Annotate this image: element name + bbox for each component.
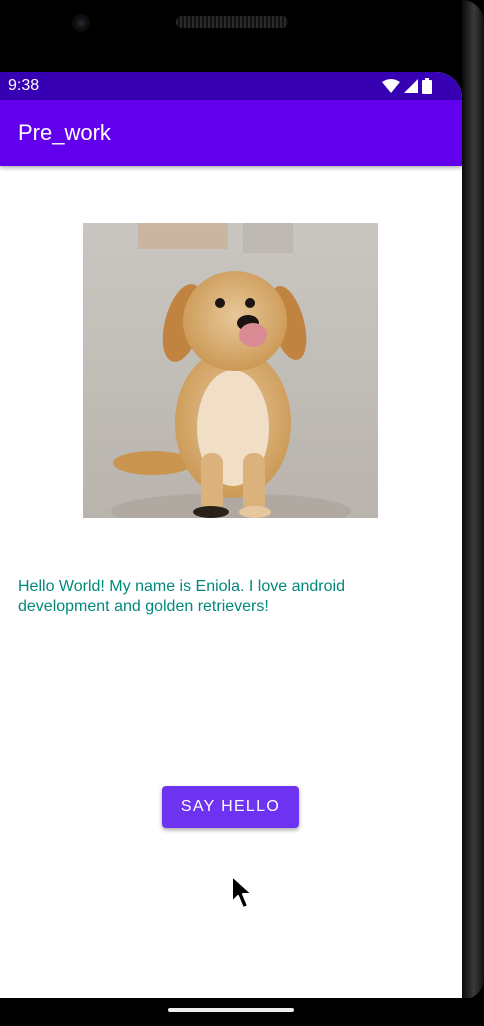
device-edge xyxy=(462,0,484,1000)
say-hello-button[interactable]: SAY HELLO xyxy=(162,786,299,828)
mouse-pointer-icon xyxy=(231,875,253,909)
cell-signal-icon xyxy=(404,79,418,93)
golden-retriever-puppy-icon xyxy=(83,223,378,518)
home-gesture-pill[interactable] xyxy=(168,1008,294,1012)
status-time: 9:38 xyxy=(8,77,40,94)
system-navigation-bar xyxy=(0,998,484,1026)
phone-screen: 9:38 Pre_work Hello World! My name is En… xyxy=(0,72,462,998)
app-title: Pre_work xyxy=(18,120,111,145)
front-camera-icon xyxy=(72,14,90,32)
wifi-icon xyxy=(382,79,400,93)
hello-world-text: Hello World! My name is Eniola. I love a… xyxy=(18,578,345,615)
status-icons xyxy=(382,78,432,94)
earpiece-speaker xyxy=(176,16,288,28)
app-bar: Pre_work xyxy=(0,100,462,166)
battery-icon xyxy=(422,78,432,94)
puppy-photo xyxy=(83,223,378,518)
status-bar: 9:38 xyxy=(0,72,462,100)
